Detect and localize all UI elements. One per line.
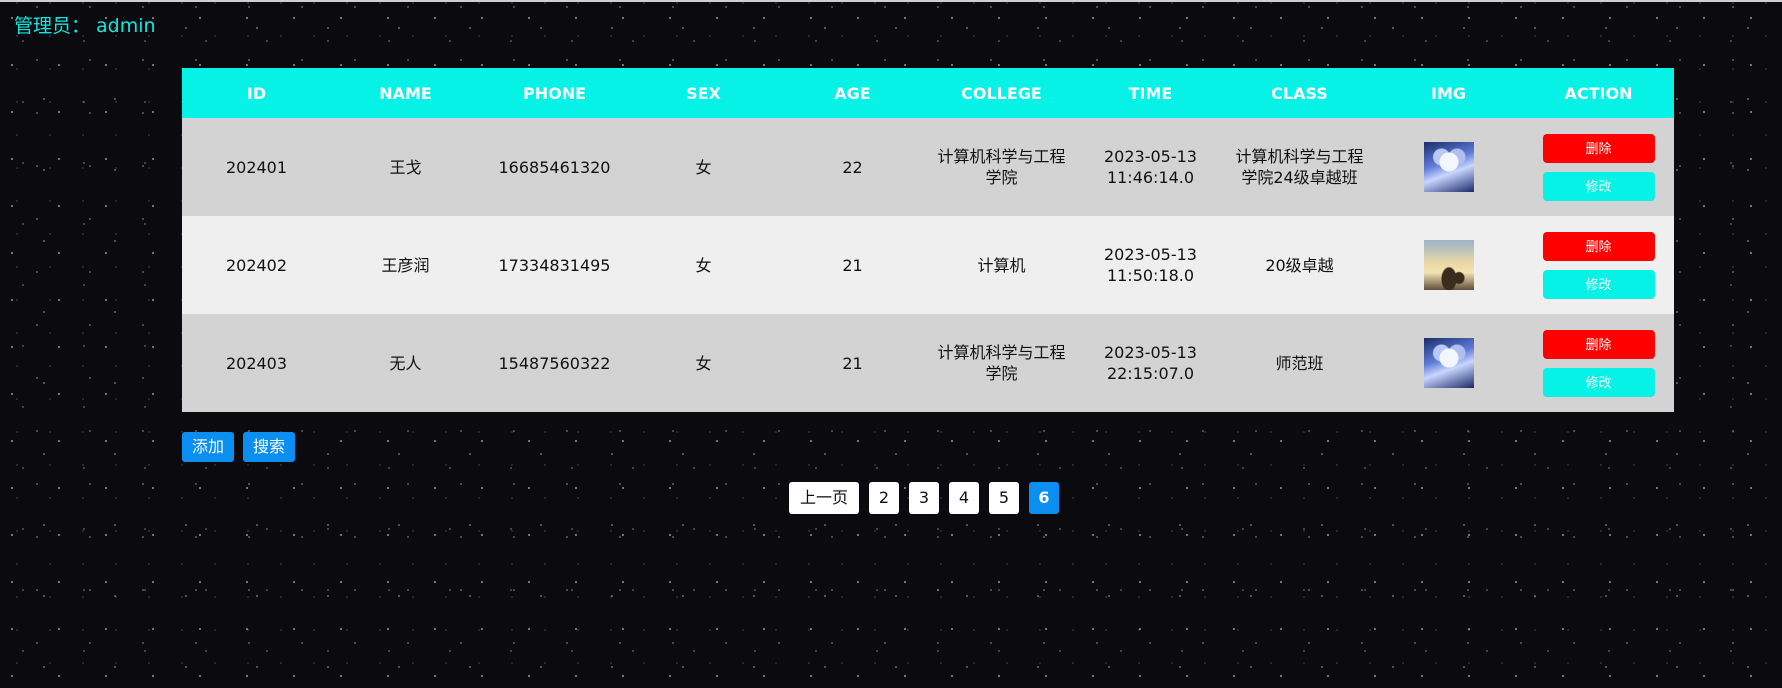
column-header-class: CLASS <box>1225 68 1374 118</box>
deer-sunset-image <box>1423 240 1474 290</box>
cell-id: 202401 <box>182 118 331 216</box>
column-header-college: COLLEGE <box>927 68 1076 118</box>
cell-college: 计算机科学与工程学院 <box>927 118 1076 216</box>
cell-class: 师范班 <box>1225 314 1374 412</box>
column-header-id: ID <box>182 68 331 118</box>
admin-label-text: 管理员： <box>14 15 91 37</box>
cell-time: 2023-05-13 11:50:18.0 <box>1076 216 1225 314</box>
cell-college: 计算机科学与工程学院 <box>927 314 1076 412</box>
column-header-action: ACTION <box>1523 68 1674 118</box>
table-row: 202401 王戈 16685461320 女 22 计算机科学与工程学院 20… <box>182 118 1674 216</box>
top-divider <box>0 0 1782 2</box>
cell-name: 无人 <box>331 314 480 412</box>
student-table: ID NAME PHONE SEX AGE COLLEGE TIME CLASS… <box>182 68 1674 412</box>
column-header-time: TIME <box>1076 68 1225 118</box>
cell-action: 删除 修改 <box>1523 216 1674 314</box>
add-button[interactable]: 添加 <box>182 432 234 462</box>
cell-id: 202402 <box>182 216 331 314</box>
cell-time: 2023-05-13 22:15:07.0 <box>1076 314 1225 412</box>
table-header-row: ID NAME PHONE SEX AGE COLLEGE TIME CLASS… <box>182 68 1674 118</box>
cell-college: 计算机 <box>927 216 1076 314</box>
table-row: 202403 无人 15487560322 女 21 计算机科学与工程学院 20… <box>182 314 1674 412</box>
cell-time: 2023-05-13 11:46:14.0 <box>1076 118 1225 216</box>
table-row: 202402 王彦润 17334831495 女 21 计算机 2023-05-… <box>182 216 1674 314</box>
column-header-age: AGE <box>778 68 927 118</box>
cell-age: 22 <box>778 118 927 216</box>
edit-button[interactable]: 修改 <box>1542 269 1655 299</box>
cell-sex: 女 <box>629 216 778 314</box>
column-header-phone: PHONE <box>480 68 629 118</box>
delete-button[interactable]: 删除 <box>1542 133 1655 163</box>
edit-button[interactable]: 修改 <box>1542 367 1655 397</box>
cell-img <box>1374 216 1523 314</box>
search-button[interactable]: 搜索 <box>243 432 295 462</box>
cell-class: 计算机科学与工程学院24级卓越班 <box>1225 118 1374 216</box>
page-button-3[interactable]: 3 <box>909 482 939 514</box>
cell-class: 20级卓越 <box>1225 216 1374 314</box>
cell-sex: 女 <box>629 118 778 216</box>
cell-img <box>1374 314 1523 412</box>
cell-img <box>1374 118 1523 216</box>
cell-name: 王戈 <box>331 118 480 216</box>
admin-info: 管理员： admin <box>14 11 156 38</box>
cell-action: 删除 修改 <box>1523 314 1674 412</box>
anime-avatar-image <box>1423 142 1474 192</box>
page-button-2[interactable]: 2 <box>869 482 899 514</box>
page-button-5[interactable]: 5 <box>989 482 1019 514</box>
cell-phone: 16685461320 <box>480 118 629 216</box>
cell-phone: 17334831495 <box>480 216 629 314</box>
column-header-img: IMG <box>1374 68 1523 118</box>
prev-page-button[interactable]: 上一页 <box>789 482 859 514</box>
edit-button[interactable]: 修改 <box>1542 171 1655 201</box>
page-button-6-active[interactable]: 6 <box>1029 482 1059 514</box>
delete-button[interactable]: 删除 <box>1542 231 1655 261</box>
column-header-sex: SEX <box>629 68 778 118</box>
pagination: 上一页 2 3 4 5 6 <box>789 482 1059 514</box>
anime-avatar-image <box>1423 338 1474 388</box>
cell-id: 202403 <box>182 314 331 412</box>
cell-sex: 女 <box>629 314 778 412</box>
cell-age: 21 <box>778 216 927 314</box>
cell-phone: 15487560322 <box>480 314 629 412</box>
cell-action: 删除 修改 <box>1523 118 1674 216</box>
cell-age: 21 <box>778 314 927 412</box>
page-button-4[interactable]: 4 <box>949 482 979 514</box>
student-table-container: ID NAME PHONE SEX AGE COLLEGE TIME CLASS… <box>182 68 1674 412</box>
cell-name: 王彦润 <box>331 216 480 314</box>
column-header-name: NAME <box>331 68 480 118</box>
delete-button[interactable]: 删除 <box>1542 329 1655 359</box>
admin-username: admin <box>96 15 156 37</box>
